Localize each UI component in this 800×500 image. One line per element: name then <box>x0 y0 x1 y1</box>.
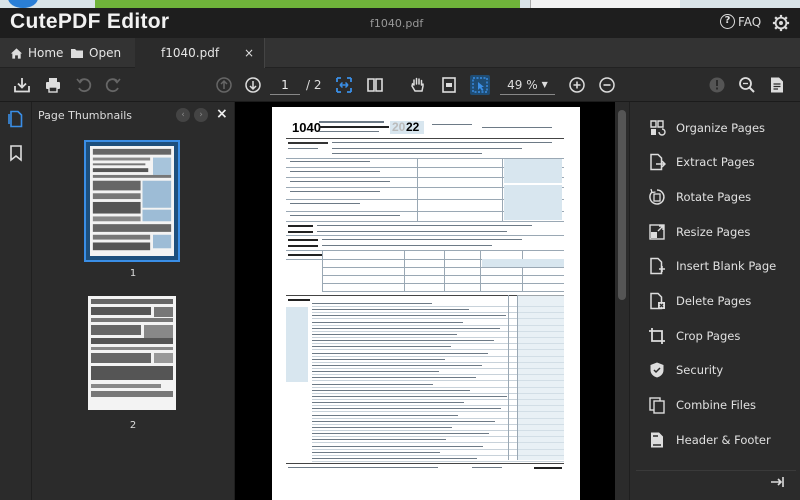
form-year-suffix: 22 <box>406 120 420 134</box>
tab-document-label: f1040.pdf <box>161 46 220 60</box>
pdf-page[interactable]: 1040 20 22 <box>272 107 580 500</box>
next-page-icon[interactable] <box>243 75 263 95</box>
page-number-input[interactable] <box>270 75 300 95</box>
form-year-prefix: 20 <box>392 120 406 134</box>
document-title: f1040.pdf <box>370 17 424 30</box>
thumbnail-label: 2 <box>129 420 137 431</box>
tools-panel: Organize Pages Extract Pages Rotate Page… <box>629 102 800 500</box>
fit-page-icon[interactable] <box>439 75 459 95</box>
security-icon <box>650 362 664 378</box>
page-thumbnail[interactable] <box>84 292 180 414</box>
crop-pages-label: Crop Pages <box>676 329 741 343</box>
tab-bar: Home Open f1040.pdf × <box>0 38 800 68</box>
insert-blank-page-button[interactable]: Insert Blank Page <box>648 254 776 278</box>
thumbnail-panel: Page Thumbnails ‹ › × 1 2 <box>32 102 235 500</box>
zoom-select[interactable]: 49 % ▼ <box>500 75 555 95</box>
document-properties-icon[interactable] <box>767 75 787 95</box>
security-button[interactable]: Security <box>648 358 723 382</box>
combine-files-label: Combine Files <box>676 398 757 412</box>
browser-icon <box>8 0 38 8</box>
redo-icon[interactable] <box>103 75 123 95</box>
form-year-box: 20 22 <box>390 120 424 134</box>
thumbnail-panel-title: Page Thumbnails <box>38 109 133 122</box>
title-bar: CutePDF Editor f1040.pdf ? FAQ <box>0 8 800 38</box>
resize-pages-button[interactable]: Resize Pages <box>648 220 750 244</box>
thumbnail-label: 1 <box>129 268 137 279</box>
scrollbar-thumb[interactable] <box>618 110 626 300</box>
page-thumbnails-icon[interactable] <box>7 110 25 128</box>
search-icon[interactable] <box>737 75 757 95</box>
zoom-out-icon[interactable] <box>597 75 617 95</box>
combine-files-icon <box>649 397 665 414</box>
tab-home[interactable]: Home <box>10 38 63 68</box>
fit-width-icon[interactable] <box>334 75 354 95</box>
chevron-down-icon: ▼ <box>541 80 548 89</box>
previous-page-icon[interactable] <box>214 75 234 95</box>
insert-blank-page-icon <box>650 257 665 275</box>
left-sidebar-rail <box>0 102 32 500</box>
download-icon[interactable] <box>12 75 32 95</box>
undo-icon[interactable] <box>74 75 94 95</box>
tools-divider <box>636 470 796 471</box>
page-thumbnail[interactable] <box>84 140 180 262</box>
crop-pages-icon <box>649 328 665 344</box>
app-title: CutePDF Editor <box>10 10 170 33</box>
toolbar: / 2 49 % ▼ <box>0 68 800 102</box>
resize-pages-icon <box>649 224 665 240</box>
browser-address-bar <box>95 0 520 8</box>
browser-tab <box>530 0 680 8</box>
document-viewer[interactable]: 1040 20 22 <box>235 102 615 500</box>
organize-pages-icon <box>650 120 666 136</box>
header-footer-icon <box>651 432 663 448</box>
rotate-pages-label: Rotate Pages <box>676 190 752 204</box>
bookmark-icon[interactable] <box>7 144 25 162</box>
tab-open-label: Open <box>89 46 122 60</box>
vertical-scrollbar[interactable] <box>615 102 629 500</box>
tab-open[interactable]: Open <box>70 38 121 68</box>
faq-button[interactable]: ? FAQ <box>720 14 761 29</box>
info-icon[interactable] <box>707 75 727 95</box>
extract-pages-label: Extract Pages <box>676 155 755 169</box>
thumbnail-prev-icon[interactable]: ‹ <box>176 108 190 122</box>
combine-files-button[interactable]: Combine Files <box>648 393 756 417</box>
two-page-view-icon[interactable] <box>365 75 385 95</box>
delete-pages-icon <box>650 292 665 310</box>
faq-label: FAQ <box>738 14 762 29</box>
print-icon[interactable] <box>43 75 63 95</box>
tab-document[interactable]: f1040.pdf × <box>135 38 265 68</box>
delete-pages-button[interactable]: Delete Pages <box>648 289 751 313</box>
question-icon: ? <box>720 14 735 29</box>
thumbnail-image <box>88 296 176 410</box>
thumbnail-close-icon[interactable]: × <box>216 106 228 122</box>
collapse-panel-icon[interactable] <box>769 474 785 490</box>
app-window: CutePDF Editor f1040.pdf ? FAQ Home Open… <box>0 0 800 500</box>
header-footer-label: Header & Footer <box>676 433 771 447</box>
tab-close-icon[interactable]: × <box>244 46 254 60</box>
resize-pages-label: Resize Pages <box>676 225 751 239</box>
select-tool-icon[interactable] <box>470 75 490 95</box>
home-icon <box>10 47 23 59</box>
organize-pages-label: Organize Pages <box>676 121 766 135</box>
rotate-pages-icon <box>649 188 665 205</box>
extract-pages-icon <box>650 153 666 171</box>
browser-tab-strip <box>0 0 800 8</box>
extract-pages-button[interactable]: Extract Pages <box>648 150 755 174</box>
crop-pages-button[interactable]: Crop Pages <box>648 324 740 348</box>
hand-tool-icon[interactable] <box>408 75 428 95</box>
page-total: / 2 <box>306 78 322 92</box>
insert-blank-page-label: Insert Blank Page <box>676 259 777 273</box>
form-number: 1040 <box>292 120 321 135</box>
thumbnail-image <box>90 146 174 256</box>
security-label: Security <box>676 363 724 377</box>
zoom-in-icon[interactable] <box>567 75 587 95</box>
settings-gear-icon[interactable] <box>772 14 790 32</box>
rotate-pages-button[interactable]: Rotate Pages <box>648 185 751 209</box>
delete-pages-label: Delete Pages <box>676 294 752 308</box>
organize-pages-button[interactable]: Organize Pages <box>648 116 765 140</box>
zoom-value: 49 % <box>507 77 538 92</box>
folder-icon <box>71 49 83 58</box>
header-footer-button[interactable]: Header & Footer <box>648 428 771 452</box>
thumbnail-next-icon[interactable]: › <box>194 108 208 122</box>
tab-home-label: Home <box>28 46 64 60</box>
